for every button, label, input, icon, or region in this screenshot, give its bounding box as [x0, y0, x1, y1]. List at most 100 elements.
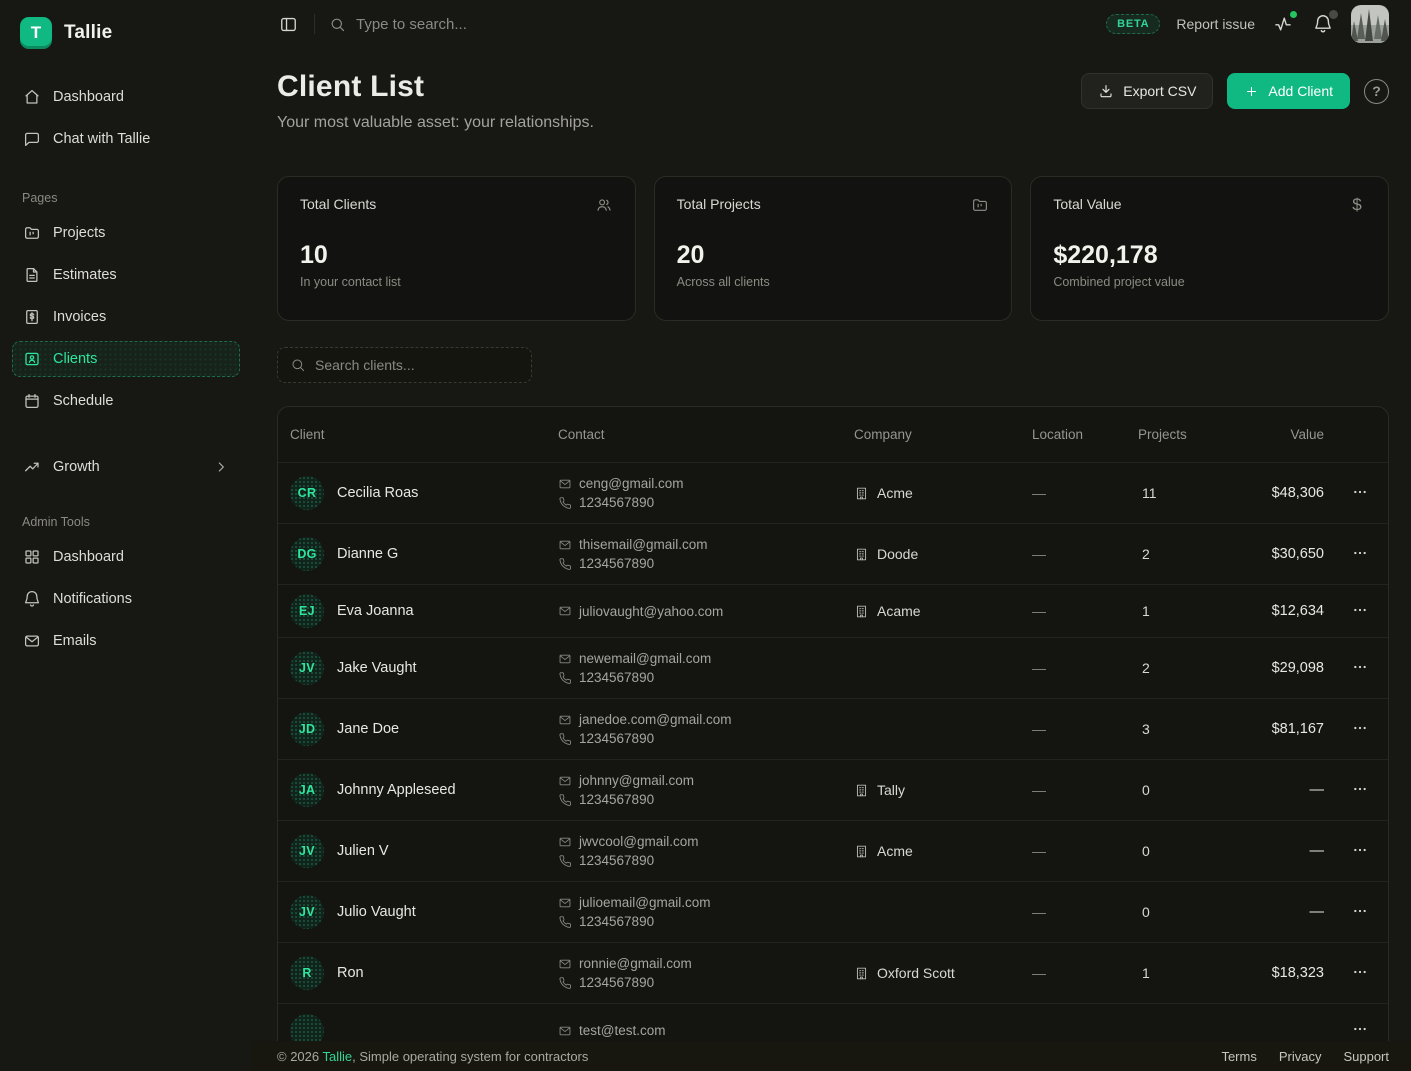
- footer-link-support[interactable]: Support: [1343, 1049, 1389, 1064]
- ellipsis-icon: [1352, 545, 1368, 561]
- stat-title: Total Projects: [677, 196, 761, 212]
- search-icon: [329, 16, 346, 33]
- row-actions-button[interactable]: [1348, 716, 1372, 743]
- stat-caption: In your contact list: [300, 275, 613, 289]
- client-company: Tally: [854, 782, 1032, 798]
- client-location: —: [1032, 843, 1138, 859]
- client-email: ronnie@gmail.com: [558, 956, 854, 971]
- content-area: Client List Your most valuable asset: yo…: [252, 48, 1411, 1041]
- row-actions-button[interactable]: [1348, 960, 1372, 987]
- report-issue-link[interactable]: Report issue: [1176, 16, 1255, 32]
- activity-status-button[interactable]: [1271, 12, 1295, 36]
- sidebar-item-label: Growth: [53, 459, 100, 475]
- sidebar-item-label: Dashboard: [53, 89, 124, 105]
- row-actions-button[interactable]: [1348, 1017, 1372, 1041]
- sidebar-item-notifications[interactable]: Notifications: [12, 581, 240, 617]
- brand: T Tallie: [12, 13, 240, 53]
- sidebar-item-dashboard[interactable]: Dashboard: [12, 79, 240, 115]
- client-projects-count: 3: [1138, 721, 1234, 737]
- user-avatar[interactable]: [1351, 5, 1389, 43]
- sidebar-item-chat-with-tallie[interactable]: Chat with Tallie: [12, 121, 240, 157]
- ellipsis-icon: [1352, 720, 1368, 736]
- sidebar-toggle-button[interactable]: [277, 13, 300, 36]
- mail-icon: [558, 538, 572, 552]
- client-name: Eva Joanna: [337, 603, 414, 619]
- home-icon: [23, 88, 41, 106]
- client-company: Acme: [854, 485, 1032, 501]
- building-icon: [854, 966, 869, 981]
- ellipsis-icon: [1352, 484, 1368, 500]
- users-icon: [595, 196, 613, 214]
- client-phone: 1234567890: [558, 495, 854, 510]
- client-avatar: JV: [290, 895, 324, 929]
- row-actions-button[interactable]: [1348, 838, 1372, 865]
- client-location: —: [1032, 904, 1138, 920]
- ellipsis-icon: [1352, 781, 1368, 797]
- table-row[interactable]: JV Julien V jwvcool@gmail.com 1234567890…: [278, 821, 1388, 882]
- client-location: —: [1032, 660, 1138, 676]
- client-email: julioemail@gmail.com: [558, 895, 854, 910]
- building-icon: [854, 783, 869, 798]
- sidebar-item-estimates[interactable]: Estimates: [12, 257, 240, 293]
- notifications-button[interactable]: [1311, 12, 1335, 36]
- row-actions-button[interactable]: [1348, 655, 1372, 682]
- column-header-location: Location: [1032, 427, 1138, 442]
- stat-title: Total Value: [1053, 196, 1121, 212]
- client-search-input[interactable]: [315, 357, 505, 373]
- global-search: [329, 16, 576, 33]
- brand-name: Tallie: [64, 22, 112, 44]
- page-subtitle: Your most valuable asset: your relations…: [277, 114, 594, 132]
- global-search-input[interactable]: [356, 16, 576, 33]
- export-csv-button[interactable]: Export CSV: [1081, 73, 1213, 109]
- table-row[interactable]: R Ron ronnie@gmail.com 1234567890 Oxford…: [278, 943, 1388, 1004]
- sidebar-item-label: Clients: [53, 351, 97, 367]
- row-actions-button[interactable]: [1348, 598, 1372, 625]
- help-button[interactable]: ?: [1364, 79, 1389, 104]
- row-actions-button[interactable]: [1348, 541, 1372, 568]
- sidebar-item-projects[interactable]: Projects: [12, 215, 240, 251]
- stat-title: Total Clients: [300, 196, 376, 212]
- footer-link-terms[interactable]: Terms: [1221, 1049, 1256, 1064]
- client-avatar: CR: [290, 476, 324, 510]
- table-row[interactable]: CR Cecilia Roas ceng@gmail.com 123456789…: [278, 463, 1388, 524]
- mail-icon: [558, 713, 572, 727]
- pages-section-label: Pages: [12, 191, 240, 205]
- client-name: Julien V: [337, 843, 389, 859]
- sidebar-item-schedule[interactable]: Schedule: [12, 383, 240, 419]
- client-phone: 1234567890: [558, 853, 854, 868]
- ellipsis-icon: [1352, 842, 1368, 858]
- column-header-contact: Contact: [558, 427, 854, 442]
- row-actions-button[interactable]: [1348, 480, 1372, 507]
- client-email: thisemail@gmail.com: [558, 537, 854, 552]
- table-row[interactable]: EJ Eva Joanna juliovaught@yahoo.com Acam…: [278, 585, 1388, 638]
- table-row[interactable]: JD Jane Doe janedoe.com@gmail.com 123456…: [278, 699, 1388, 760]
- footer-link-privacy[interactable]: Privacy: [1279, 1049, 1322, 1064]
- help-icon: ?: [1372, 83, 1381, 99]
- table-row[interactable]: DG Dianne G thisemail@gmail.com 12345678…: [278, 524, 1388, 585]
- chat-icon: [23, 130, 41, 148]
- sidebar-item-clients[interactable]: Clients: [12, 341, 240, 377]
- page-title: Client List: [277, 70, 594, 104]
- client-avatar: JV: [290, 651, 324, 685]
- sidebar-item-invoices[interactable]: Invoices: [12, 299, 240, 335]
- sidebar-item-emails[interactable]: Emails: [12, 623, 240, 659]
- add-client-button[interactable]: Add Client: [1227, 73, 1350, 109]
- sidebar-item-growth[interactable]: Growth: [12, 449, 240, 485]
- footer-brand-link[interactable]: Tallie: [323, 1049, 353, 1064]
- table-row[interactable]: JV Jake Vaught newemail@gmail.com 123456…: [278, 638, 1388, 699]
- ellipsis-icon: [1352, 964, 1368, 980]
- row-actions-button[interactable]: [1348, 899, 1372, 926]
- client-projects-count: 0: [1138, 782, 1234, 798]
- mail-icon: [23, 632, 41, 650]
- plus-icon: [1244, 84, 1259, 99]
- table-row[interactable]: JV Julio Vaught julioemail@gmail.com 123…: [278, 882, 1388, 943]
- table-row[interactable]: test@test.com: [278, 1004, 1388, 1041]
- client-phone: 1234567890: [558, 731, 854, 746]
- phone-icon: [558, 557, 572, 571]
- client-phone: 1234567890: [558, 975, 854, 990]
- table-row[interactable]: JA Johnny Appleseed johnny@gmail.com 123…: [278, 760, 1388, 821]
- contact-card-icon: [23, 350, 41, 368]
- stat-card-total-clients: Total Clients 10 In your contact list: [277, 176, 636, 321]
- sidebar-item-admin-dashboard[interactable]: Dashboard: [12, 539, 240, 575]
- row-actions-button[interactable]: [1348, 777, 1372, 804]
